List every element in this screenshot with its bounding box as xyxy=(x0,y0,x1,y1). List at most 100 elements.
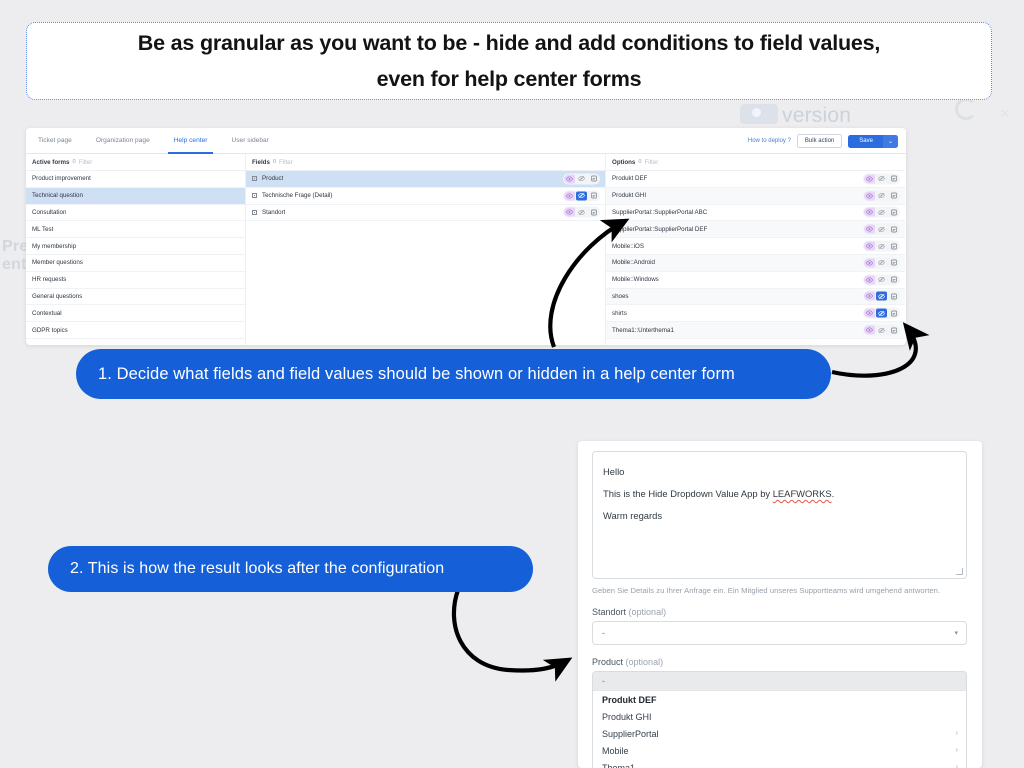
save-dropdown-caret-icon[interactable]: ⌄ xyxy=(882,134,898,148)
option-label: Produkt GHI xyxy=(612,192,647,200)
option-row[interactable]: Produkt DEF xyxy=(606,171,905,188)
resize-handle-icon[interactable] xyxy=(956,568,963,575)
conditions-icon[interactable] xyxy=(888,258,899,267)
active-forms-filter-input[interactable]: Filter xyxy=(79,159,93,166)
fields-count: 0 xyxy=(272,159,277,165)
options-filter-input[interactable]: Filter xyxy=(645,159,659,166)
bulk-action-button[interactable]: Bulk action xyxy=(796,134,843,148)
product-dropdown-item[interactable]: Mobile › xyxy=(593,742,966,759)
show-icon[interactable] xyxy=(564,174,575,184)
tab-ticket-page[interactable]: Ticket page xyxy=(26,128,84,154)
hide-icon[interactable] xyxy=(876,191,887,200)
hide-icon[interactable] xyxy=(576,191,587,201)
show-icon[interactable] xyxy=(864,325,875,335)
conditions-icon[interactable] xyxy=(588,174,599,183)
tab-user-sidebar[interactable]: User sidebar xyxy=(219,128,280,154)
active-form-row[interactable]: My membership xyxy=(26,238,245,255)
active-forms-count: 0 xyxy=(72,159,76,165)
hide-icon[interactable] xyxy=(876,326,887,335)
active-form-row[interactable]: ML Test xyxy=(26,221,245,239)
option-row[interactable]: Mobile::Android xyxy=(606,254,905,272)
hide-icon[interactable] xyxy=(876,308,887,318)
conditions-icon[interactable] xyxy=(888,326,899,335)
conditions-icon[interactable] xyxy=(888,191,899,200)
show-icon[interactable] xyxy=(864,275,875,285)
fields-filter-input[interactable]: Filter xyxy=(279,159,293,166)
product-dropdown-item[interactable]: SupplierPortal › xyxy=(593,725,966,742)
show-icon[interactable] xyxy=(564,191,575,201)
product-dropdown-item[interactable]: Produkt DEF xyxy=(593,691,966,708)
option-row[interactable]: shoes xyxy=(606,288,905,306)
fields-label: Fields xyxy=(252,158,270,166)
field-row[interactable]: Product xyxy=(246,171,605,188)
show-icon[interactable] xyxy=(864,224,875,234)
active-form-row[interactable]: Product improvement xyxy=(26,171,245,188)
conditions-icon[interactable] xyxy=(888,174,899,183)
conditions-icon[interactable] xyxy=(888,208,899,217)
show-icon[interactable] xyxy=(564,207,575,217)
save-button[interactable]: Save xyxy=(848,134,884,148)
product-dropdown-item[interactable]: Thema1 › xyxy=(593,759,966,768)
active-form-label: Product improvement xyxy=(32,175,91,183)
conditions-icon[interactable] xyxy=(888,275,899,284)
active-form-row[interactable]: HR requests xyxy=(26,272,245,289)
hide-icon[interactable] xyxy=(876,242,887,251)
hide-icon[interactable] xyxy=(876,174,887,183)
how-to-deploy-link[interactable]: How to deploy ? xyxy=(748,138,791,144)
option-row[interactable]: shirts xyxy=(606,305,905,323)
product-dropdown-item[interactable]: Produkt GHI xyxy=(593,708,966,725)
field-row[interactable]: Standort xyxy=(246,205,605,222)
hide-icon[interactable] xyxy=(876,258,887,267)
hide-icon[interactable] xyxy=(876,275,887,284)
active-form-label: GDPR topics xyxy=(32,326,68,334)
row-action-group xyxy=(863,290,900,302)
field-row[interactable]: Technische Frage (Detail) xyxy=(246,188,605,205)
active-form-row[interactable]: GDPR topics xyxy=(26,322,245,339)
row-action-group xyxy=(563,190,600,202)
active-form-row[interactable]: Technical question xyxy=(26,187,245,205)
tab-organization-page[interactable]: Organization page xyxy=(84,128,162,154)
product-selected-value[interactable]: - xyxy=(593,672,966,691)
show-icon[interactable] xyxy=(864,291,875,301)
standort-select[interactable]: - ▾ xyxy=(592,621,967,645)
show-icon[interactable] xyxy=(864,174,875,184)
hide-icon[interactable] xyxy=(576,208,587,217)
hide-icon[interactable] xyxy=(876,291,887,301)
show-icon[interactable] xyxy=(864,258,875,268)
active-form-row[interactable]: General questions xyxy=(26,289,245,306)
show-icon[interactable] xyxy=(864,241,875,251)
active-form-row[interactable]: Contextual xyxy=(26,305,245,323)
option-row[interactable]: Produkt GHI xyxy=(606,187,905,205)
show-icon[interactable] xyxy=(864,207,875,217)
active-form-label: Contextual xyxy=(32,309,62,317)
active-form-row[interactable]: Member questions xyxy=(26,255,245,272)
standort-field-label: Standort (optional) xyxy=(592,607,968,617)
option-row[interactable]: Mobile::Windows xyxy=(606,272,905,289)
product-dropdown-item-label: SupplierPortal xyxy=(602,728,659,739)
option-row[interactable]: SupplierPortal::SupplierPortal ABC xyxy=(606,205,905,222)
title-banner: Be as granular as you want to be - hide … xyxy=(26,22,992,100)
conditions-icon[interactable] xyxy=(588,208,599,217)
hide-icon[interactable] xyxy=(876,208,887,217)
option-row[interactable]: Mobile::iOS xyxy=(606,238,905,255)
message-textarea[interactable]: Hello This is the Hide Dropdown Value Ap… xyxy=(592,451,967,579)
option-row[interactable]: SupplierPortal::SupplierPortal DEF xyxy=(606,221,905,239)
hide-icon[interactable] xyxy=(576,174,587,183)
conditions-icon[interactable] xyxy=(888,292,899,301)
option-row[interactable]: Thema1::Unterthema1 xyxy=(606,322,905,339)
product-dropdown-open[interactable]: - Produkt DEF Produkt GHI SupplierPortal › M… xyxy=(592,671,967,768)
callout-step-1: 1. Decide what fields and field values s… xyxy=(76,349,831,399)
hide-icon[interactable] xyxy=(876,225,887,234)
conditions-icon[interactable] xyxy=(888,225,899,234)
tab-help-center[interactable]: Help center xyxy=(162,128,220,154)
show-icon[interactable] xyxy=(864,191,875,201)
fields-list: Product Technische Frage (Detail) Standort xyxy=(246,171,605,222)
active-form-row[interactable]: Consultation xyxy=(26,205,245,222)
field-type-icon xyxy=(252,193,257,199)
show-icon[interactable] xyxy=(864,308,875,318)
conditions-icon[interactable] xyxy=(888,242,899,251)
conditions-icon[interactable] xyxy=(888,309,899,318)
conditions-icon[interactable] xyxy=(588,191,599,200)
active-form-label: Member questions xyxy=(32,259,83,267)
row-action-group xyxy=(863,173,900,185)
